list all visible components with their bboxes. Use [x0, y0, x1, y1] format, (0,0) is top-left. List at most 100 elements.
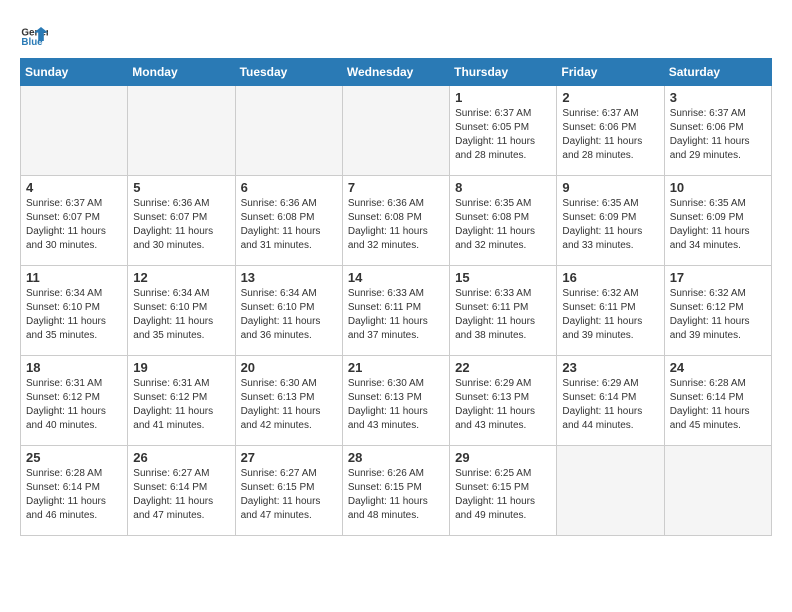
- day-number: 10: [670, 180, 766, 195]
- calendar-cell: 15 Sunrise: 6:33 AM Sunset: 6:11 PM Dayli…: [450, 266, 557, 356]
- day-number: 4: [26, 180, 122, 195]
- day-info: Sunrise: 6:37 AM Sunset: 6:06 PM Dayligh…: [562, 107, 658, 163]
- day-info: Sunrise: 6:36 AM Sunset: 6:07 PM Dayligh…: [133, 197, 229, 253]
- calendar-cell: 7Sunrise: 6:36 AM Sunset: 6:08 PM Daylig…: [342, 176, 449, 266]
- day-number: 9: [562, 180, 658, 195]
- calendar-cell: 10Sunrise: 6:35 AM Sunset: 6:09 PM Dayli…: [664, 176, 771, 266]
- day-info: Sunrise: 6:37 AM Sunset: 6:06 PM Dayligh…: [670, 107, 766, 163]
- day-number: 6: [241, 180, 337, 195]
- weekday-monday: Monday: [128, 59, 235, 86]
- logo-icon: General Blue: [20, 20, 48, 48]
- calendar-header: SundayMondayTuesdayWednesdayThursdayFrid…: [21, 59, 772, 86]
- calendar-cell: 6 Sunrise: 6:36 AM Sunset: 6:08 PM Daylig…: [235, 176, 342, 266]
- day-number: 16: [562, 270, 658, 285]
- calendar-cell: 5 Sunrise: 6:36 AM Sunset: 6:07 PM Daylig…: [128, 176, 235, 266]
- day-info: Sunrise: 6:35 AM Sunset: 6:08 PM Dayligh…: [455, 197, 551, 253]
- day-number: 17: [670, 270, 766, 285]
- day-info: Sunrise: 6:28 AM Sunset: 6:14 PM Dayligh…: [670, 377, 766, 433]
- calendar-table: SundayMondayTuesdayWednesdayThursdayFrid…: [20, 58, 772, 536]
- calendar-week-2: 4 Sunrise: 6:37 AM Sunset: 6:07 PM Daylig…: [21, 176, 772, 266]
- page-header: General Blue: [20, 20, 772, 48]
- calendar-cell: 26 Sunrise: 6:27 AM Sunset: 6:14 PM Dayli…: [128, 446, 235, 536]
- calendar-cell: 27 Sunrise: 6:27 AM Sunset: 6:15 PM Dayli…: [235, 446, 342, 536]
- weekday-friday: Friday: [557, 59, 664, 86]
- day-info: Sunrise: 6:36 AM Sunset: 6:08 PM Dayligh…: [241, 197, 337, 253]
- day-info: Sunrise: 6:36 AM Sunset: 6:08 PM Dayligh…: [348, 197, 444, 253]
- weekday-header-row: SundayMondayTuesdayWednesdayThursdayFrid…: [21, 59, 772, 86]
- calendar-cell: [557, 446, 664, 536]
- day-number: 28: [348, 450, 444, 465]
- day-number: 20: [241, 360, 337, 375]
- calendar-cell: 25 Sunrise: 6:28 AM Sunset: 6:14 PM Dayli…: [21, 446, 128, 536]
- weekday-sunday: Sunday: [21, 59, 128, 86]
- logo: General Blue: [20, 20, 48, 48]
- calendar-cell: 1 Sunrise: 6:37 AM Sunset: 6:05 PM Daylig…: [450, 86, 557, 176]
- day-number: 26: [133, 450, 229, 465]
- day-number: 21: [348, 360, 444, 375]
- calendar-week-5: 25 Sunrise: 6:28 AM Sunset: 6:14 PM Dayli…: [21, 446, 772, 536]
- day-number: 25: [26, 450, 122, 465]
- calendar-cell: [664, 446, 771, 536]
- day-number: 18: [26, 360, 122, 375]
- calendar-cell: 8Sunrise: 6:35 AM Sunset: 6:08 PM Daylig…: [450, 176, 557, 266]
- calendar-week-1: 1 Sunrise: 6:37 AM Sunset: 6:05 PM Daylig…: [21, 86, 772, 176]
- day-info: Sunrise: 6:30 AM Sunset: 6:13 PM Dayligh…: [348, 377, 444, 433]
- calendar-cell: 14 Sunrise: 6:33 AM Sunset: 6:11 PM Dayli…: [342, 266, 449, 356]
- calendar-cell: 29Sunrise: 6:25 AM Sunset: 6:15 PM Dayli…: [450, 446, 557, 536]
- calendar-cell: [128, 86, 235, 176]
- calendar-cell: [235, 86, 342, 176]
- weekday-wednesday: Wednesday: [342, 59, 449, 86]
- day-info: Sunrise: 6:27 AM Sunset: 6:14 PM Dayligh…: [133, 467, 229, 523]
- day-info: Sunrise: 6:26 AM Sunset: 6:15 PM Dayligh…: [348, 467, 444, 523]
- calendar-cell: 24 Sunrise: 6:28 AM Sunset: 6:14 PM Dayli…: [664, 356, 771, 446]
- day-number: 1: [455, 90, 551, 105]
- day-number: 14: [348, 270, 444, 285]
- day-number: 12: [133, 270, 229, 285]
- calendar-cell: 17Sunrise: 6:32 AM Sunset: 6:12 PM Dayli…: [664, 266, 771, 356]
- calendar-cell: 2 Sunrise: 6:37 AM Sunset: 6:06 PM Daylig…: [557, 86, 664, 176]
- day-info: Sunrise: 6:29 AM Sunset: 6:13 PM Dayligh…: [455, 377, 551, 433]
- day-number: 27: [241, 450, 337, 465]
- day-number: 23: [562, 360, 658, 375]
- day-info: Sunrise: 6:30 AM Sunset: 6:13 PM Dayligh…: [241, 377, 337, 433]
- day-info: Sunrise: 6:37 AM Sunset: 6:07 PM Dayligh…: [26, 197, 122, 253]
- day-number: 2: [562, 90, 658, 105]
- calendar-cell: 18Sunrise: 6:31 AM Sunset: 6:12 PM Dayli…: [21, 356, 128, 446]
- calendar-cell: 22 Sunrise: 6:29 AM Sunset: 6:13 PM Dayli…: [450, 356, 557, 446]
- day-info: Sunrise: 6:37 AM Sunset: 6:05 PM Dayligh…: [455, 107, 551, 163]
- calendar-cell: 23 Sunrise: 6:29 AM Sunset: 6:14 PM Dayli…: [557, 356, 664, 446]
- day-info: Sunrise: 6:32 AM Sunset: 6:11 PM Dayligh…: [562, 287, 658, 343]
- calendar-cell: 20 Sunrise: 6:30 AM Sunset: 6:13 PM Dayli…: [235, 356, 342, 446]
- weekday-thursday: Thursday: [450, 59, 557, 86]
- day-number: 24: [670, 360, 766, 375]
- calendar-cell: 9 Sunrise: 6:35 AM Sunset: 6:09 PM Daylig…: [557, 176, 664, 266]
- day-info: Sunrise: 6:35 AM Sunset: 6:09 PM Dayligh…: [562, 197, 658, 253]
- day-info: Sunrise: 6:34 AM Sunset: 6:10 PM Dayligh…: [133, 287, 229, 343]
- day-info: Sunrise: 6:27 AM Sunset: 6:15 PM Dayligh…: [241, 467, 337, 523]
- calendar-cell: 19 Sunrise: 6:31 AM Sunset: 6:12 PM Dayli…: [128, 356, 235, 446]
- calendar-week-3: 11 Sunrise: 6:34 AM Sunset: 6:10 PM Dayli…: [21, 266, 772, 356]
- day-number: 15: [455, 270, 551, 285]
- calendar-body: 1 Sunrise: 6:37 AM Sunset: 6:05 PM Daylig…: [21, 86, 772, 536]
- calendar-cell: 3 Sunrise: 6:37 AM Sunset: 6:06 PM Daylig…: [664, 86, 771, 176]
- weekday-tuesday: Tuesday: [235, 59, 342, 86]
- day-number: 13: [241, 270, 337, 285]
- day-info: Sunrise: 6:33 AM Sunset: 6:11 PM Dayligh…: [348, 287, 444, 343]
- day-number: 22: [455, 360, 551, 375]
- calendar-cell: 4 Sunrise: 6:37 AM Sunset: 6:07 PM Daylig…: [21, 176, 128, 266]
- day-number: 11: [26, 270, 122, 285]
- day-number: 29: [455, 450, 551, 465]
- day-number: 3: [670, 90, 766, 105]
- calendar-week-4: 18 Sunrise: 6:31 AM Sunset: 6:12 PM Dayli…: [21, 356, 772, 446]
- day-number: 5: [133, 180, 229, 195]
- calendar-cell: 13Sunrise: 6:34 AM Sunset: 6:10 PM Dayli…: [235, 266, 342, 356]
- calendar-cell: 16 Sunrise: 6:32 AM Sunset: 6:11 PM Dayli…: [557, 266, 664, 356]
- day-info: Sunrise: 6:33 AM Sunset: 6:11 PM Dayligh…: [455, 287, 551, 343]
- day-number: 19: [133, 360, 229, 375]
- calendar-cell: [342, 86, 449, 176]
- calendar-cell: 28 Sunrise: 6:26 AM Sunset: 6:15 PM Dayli…: [342, 446, 449, 536]
- calendar-cell: [21, 86, 128, 176]
- day-info: Sunrise: 6:29 AM Sunset: 6:14 PM Dayligh…: [562, 377, 658, 433]
- day-info: Sunrise: 6:31 AM Sunset: 6:12 PM Dayligh…: [133, 377, 229, 433]
- day-info: Sunrise: 6:28 AM Sunset: 6:14 PM Dayligh…: [26, 467, 122, 523]
